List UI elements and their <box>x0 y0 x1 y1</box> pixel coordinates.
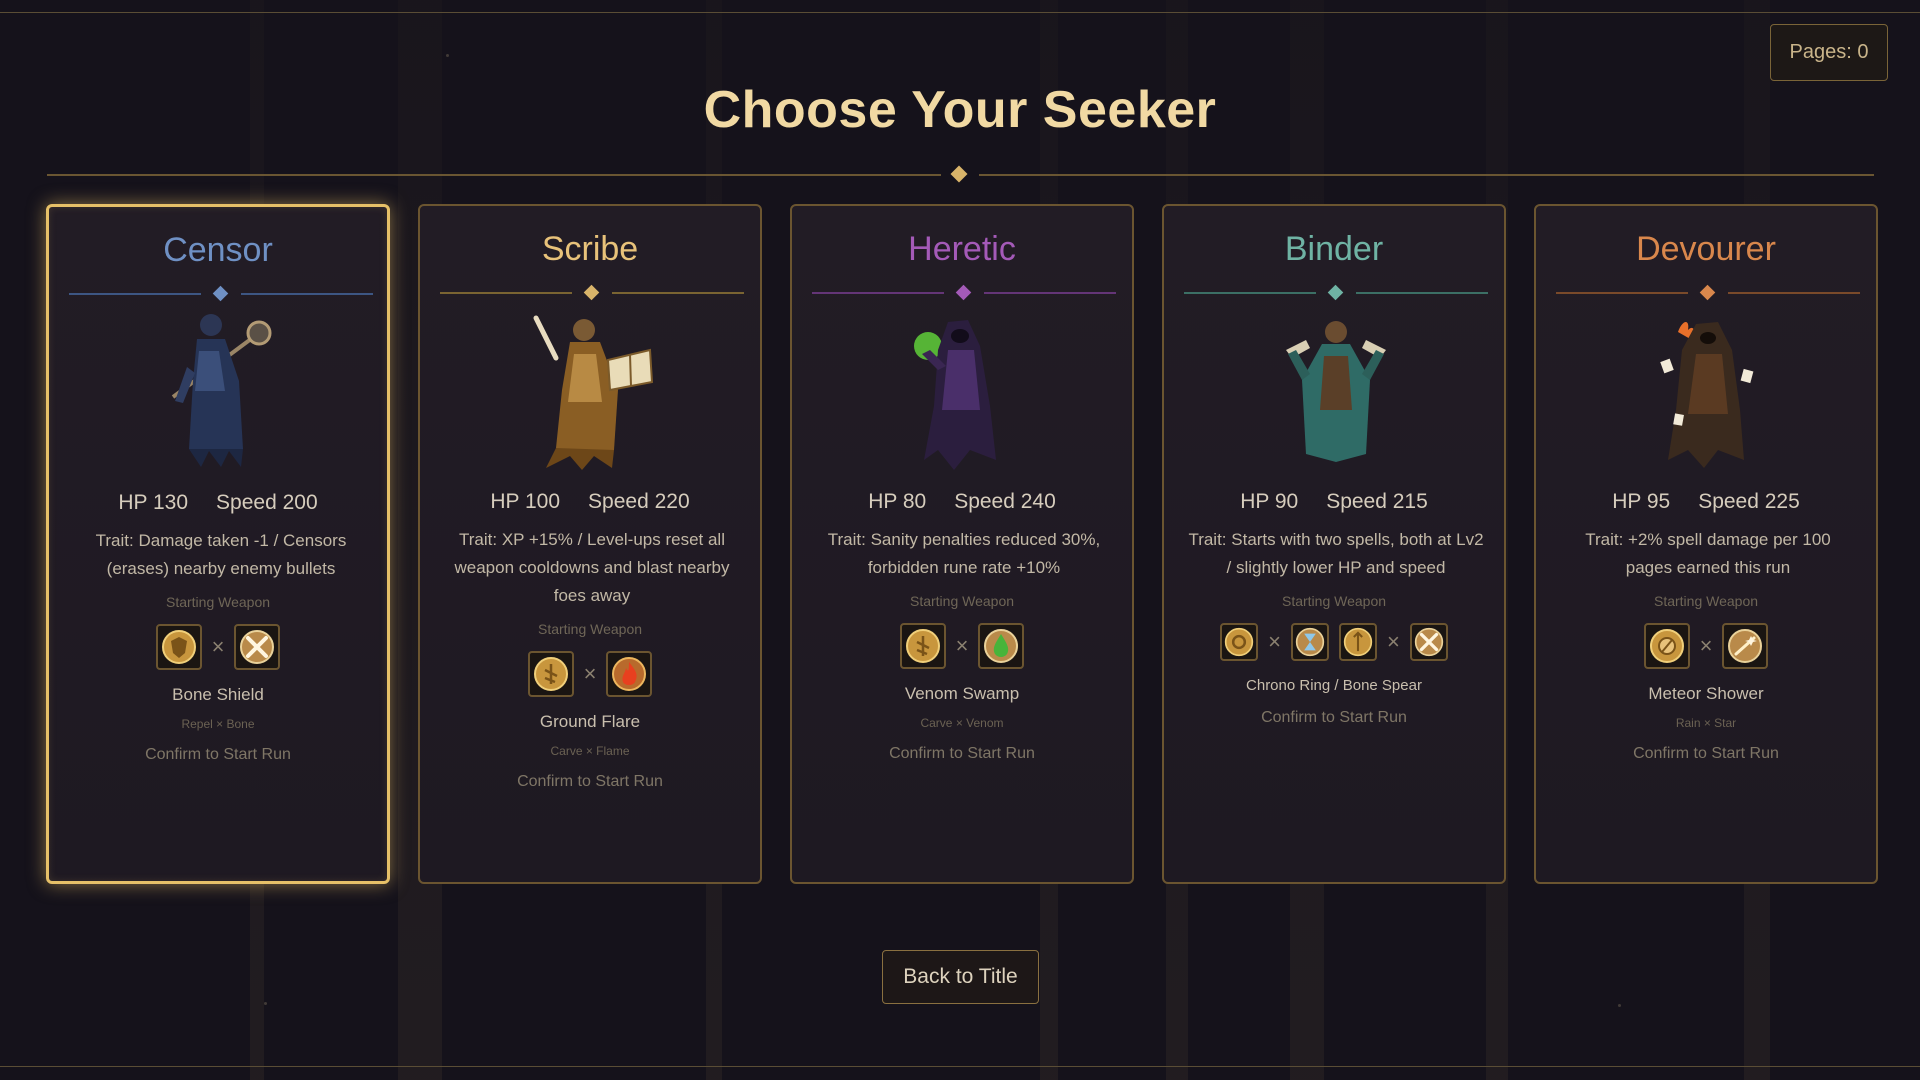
speed-stat: Speed 240 <box>954 490 1056 513</box>
confirm-start-run[interactable]: Confirm to Start Run <box>49 743 387 767</box>
hp-stat: HP 100 <box>490 490 561 513</box>
seeker-card-binder[interactable]: Binder HP 90 Speed 215 Trait: Starts with… <box>1162 204 1506 884</box>
weapon-combo: Carve × Venom <box>920 716 1004 730</box>
speed-stat: Speed 220 <box>588 490 690 513</box>
speed-stat: Speed 200 <box>216 491 318 514</box>
confirm-start-run[interactable]: Confirm to Start Run <box>420 770 760 794</box>
starting-weapon-label: Starting Weapon <box>537 621 643 637</box>
devourer-portrait <box>1660 321 1754 468</box>
card-divider <box>1184 284 1488 301</box>
flame-icon <box>606 651 653 697</box>
starting-weapon-label: Starting Weapon <box>165 594 271 610</box>
weapon-combo: Carve × Flame <box>550 744 630 758</box>
confirm-start-run[interactable]: Confirm to Start Run <box>1536 742 1876 766</box>
trait-text: Trait: Sanity penalties reduced 30%, for… <box>827 530 1101 577</box>
confirm-start-run[interactable]: Confirm to Start Run <box>1164 706 1504 730</box>
starting-weapon-label: Starting Weapon <box>1281 593 1387 609</box>
weapon-name: Bone Shield <box>172 685 264 704</box>
seeker-stats: HP 100 Speed 220 <box>420 490 760 514</box>
weapon-name: Chrono Ring / Bone Spear <box>1246 677 1422 694</box>
seeker-stats: HP 80 Speed 240 <box>792 490 1132 514</box>
hp-stat: HP 80 <box>868 490 927 513</box>
star-icon <box>1722 623 1769 669</box>
hp-stat: HP 130 <box>118 491 189 514</box>
shield-rune-icon <box>155 624 202 670</box>
starting-weapon: Starting Weapon × Meteor Shower Rain × S… <box>1536 588 1876 766</box>
back-to-title-button[interactable]: Back to Title <box>882 950 1039 1004</box>
confirm-start-run[interactable]: Confirm to Start Run <box>792 742 1132 766</box>
seeker-name: Scribe <box>541 230 639 268</box>
crossed-bones-icon <box>234 624 281 670</box>
heretic-portrait <box>914 320 996 470</box>
carve-rune-icon <box>899 623 946 669</box>
seeker-name: Heretic <box>908 230 1016 268</box>
card-divider <box>440 284 744 301</box>
seeker-card-censor[interactable]: Censor HP 130 Speed 200 Trait: Damage tak… <box>46 204 390 884</box>
seeker-card-scribe[interactable]: Scribe HP 100 Speed 220 Trait: XP +15% / … <box>418 204 762 884</box>
trait-text: Trait: XP +15% / Level-ups reset all wea… <box>454 530 730 605</box>
starting-weapon-label: Starting Weapon <box>909 593 1015 609</box>
seeker-name: Binder <box>1284 230 1384 268</box>
starting-weapon: Starting Weapon × Ground Flare Carve × F… <box>420 616 760 794</box>
trait-text: Trait: Damage taken -1 / Censors (erases… <box>95 531 347 578</box>
weapon-name: Venom Swamp <box>904 684 1020 703</box>
seeker-name: Devourer <box>1636 230 1776 268</box>
weapon-icons: × <box>420 648 760 700</box>
crossed-bones-icon <box>1409 623 1448 661</box>
page-title: Choose Your Seeker <box>703 81 1217 139</box>
weapon-icons: × <box>49 621 387 673</box>
hourglass-icon <box>1291 623 1329 661</box>
seeker-stats: HP 130 Speed 200 <box>49 491 387 515</box>
ring-rune-icon <box>1220 623 1259 661</box>
seeker-name: Censor <box>163 231 273 269</box>
seeker-stats: HP 95 Speed 225 <box>1536 490 1876 514</box>
starting-weapon: Starting Weapon × Bone Shield Repel × Bo… <box>49 589 387 767</box>
weapon-icons: × × <box>1164 620 1504 664</box>
card-divider <box>812 284 1116 301</box>
weapon-combo: Rain × Star <box>1675 716 1737 730</box>
trait-text: Trait: Starts with two spells, both at L… <box>1188 530 1484 577</box>
weapon-combo: Repel × Bone <box>181 717 255 731</box>
carve-rune-icon <box>527 651 574 697</box>
weapon-name: Meteor Shower <box>1648 684 1764 703</box>
binder-portrait <box>1286 321 1386 462</box>
weapon-icons: × <box>792 620 1132 672</box>
starting-weapon: Starting Weapon × × Chrono Ring / Bone S… <box>1164 588 1504 730</box>
spear-rune-icon <box>1339 623 1377 661</box>
speed-stat: Speed 225 <box>1698 490 1800 513</box>
starting-weapon-label: Starting Weapon <box>1653 593 1759 609</box>
hp-stat: HP 95 <box>1612 490 1671 513</box>
weapon-icons: × <box>1536 620 1876 672</box>
trait-text: Trait: +2% spell damage per 100 pages ea… <box>1585 530 1831 577</box>
weapon-name: Ground Flare <box>539 712 641 731</box>
starting-weapon: Starting Weapon × Venom Swamp Carve × Ve… <box>792 588 1132 766</box>
card-divider <box>69 285 373 302</box>
seeker-card-heretic[interactable]: Heretic HP 80 Speed 240 Trait: Sanity pen… <box>790 204 1134 884</box>
seeker-card-devourer[interactable]: Devourer HP 95 Speed 225 Trait: +2% spell… <box>1534 204 1878 884</box>
rain-rune-icon <box>1643 623 1690 669</box>
venom-drop-icon <box>978 623 1025 669</box>
scribe-portrait <box>533 315 654 470</box>
title-divider <box>47 165 1874 183</box>
censor-portrait <box>171 314 272 467</box>
seeker-stats: HP 90 Speed 215 <box>1164 490 1504 514</box>
speed-stat: Speed 215 <box>1326 490 1428 513</box>
pages-counter: Pages: 0 <box>1770 24 1888 81</box>
card-divider <box>1556 284 1860 301</box>
hp-stat: HP 90 <box>1240 490 1299 513</box>
